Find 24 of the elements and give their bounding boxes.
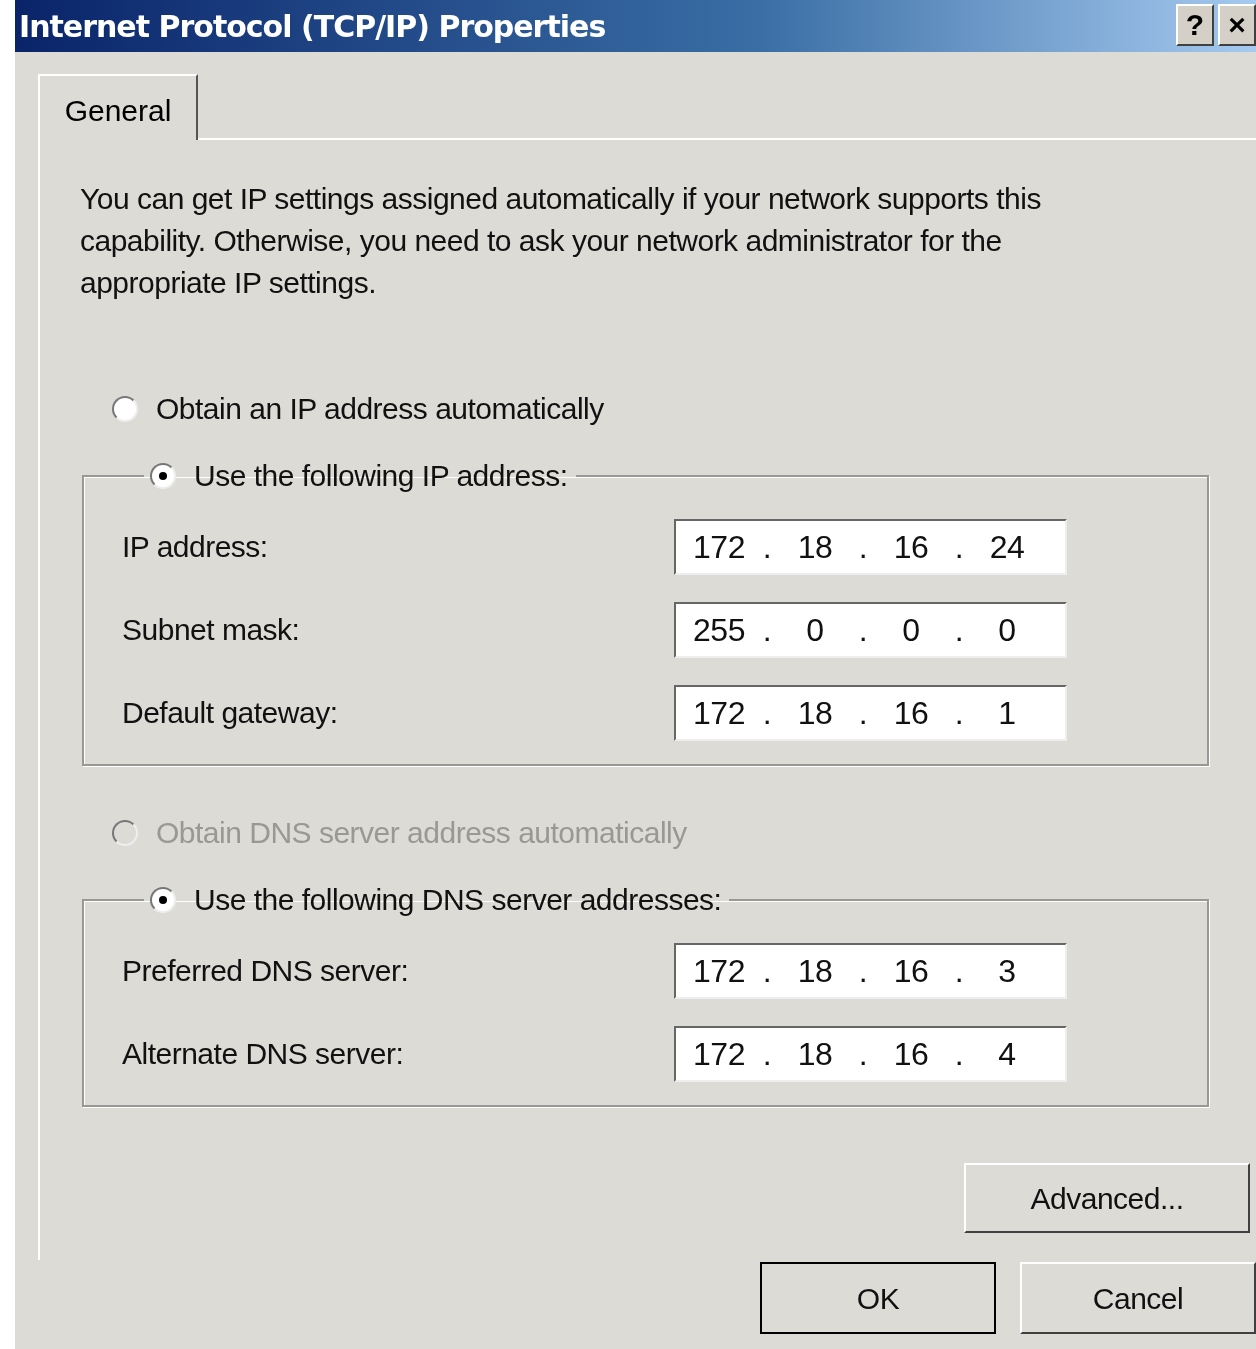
ip-address-field[interactable]: 255 . 0 . 0 . 0 — [674, 601, 1067, 658]
radio-circle[interactable] — [150, 887, 176, 913]
tab[interactable]: General — [38, 74, 198, 140]
ip-address-field[interactable]: 172 . 18 . 16 . 3 — [674, 942, 1067, 999]
description-text: You can get IP settings assigned automatically if your network supports this capability. Otherwise, you need to ask your network administrator for the appropriate IP settings. — [80, 181, 1042, 301]
ip-address-field[interactable]: 172 . 18 . 16 . 1 — [674, 684, 1067, 741]
radio-option[interactable]: Obtain an IP address automatically — [112, 386, 604, 431]
ip-address-field[interactable]: 172 . 18 . 16 . 4 — [674, 1025, 1067, 1082]
close-button[interactable]: × — [1218, 4, 1256, 46]
ip-address-field[interactable]: 172 . 18 . 16 . 24 — [674, 518, 1067, 575]
field-label: Alternate DNS server: — [122, 1036, 405, 1072]
ok-button[interactable]: OK — [760, 1262, 996, 1334]
cancel-button[interactable]: Cancel — [1020, 1262, 1256, 1334]
field-label: Preferred DNS server: — [122, 953, 410, 989]
help-button[interactable]: ? — [1176, 4, 1214, 46]
field-label: Subnet mask: — [122, 612, 301, 648]
radio-circle[interactable] — [150, 463, 176, 489]
advanced-button[interactable]: Advanced... — [964, 1163, 1250, 1233]
field-label: IP address: — [122, 529, 269, 565]
window-title: Internet Protocol (TCP/IP) Properties — [18, 7, 606, 46]
radio-option[interactable]: Use the following IP address: — [150, 461, 568, 491]
radio-option[interactable]: Use the following DNS server addresses: — [150, 885, 722, 915]
radio-circle[interactable] — [112, 395, 138, 422]
field-label: Default gateway: — [122, 695, 339, 731]
